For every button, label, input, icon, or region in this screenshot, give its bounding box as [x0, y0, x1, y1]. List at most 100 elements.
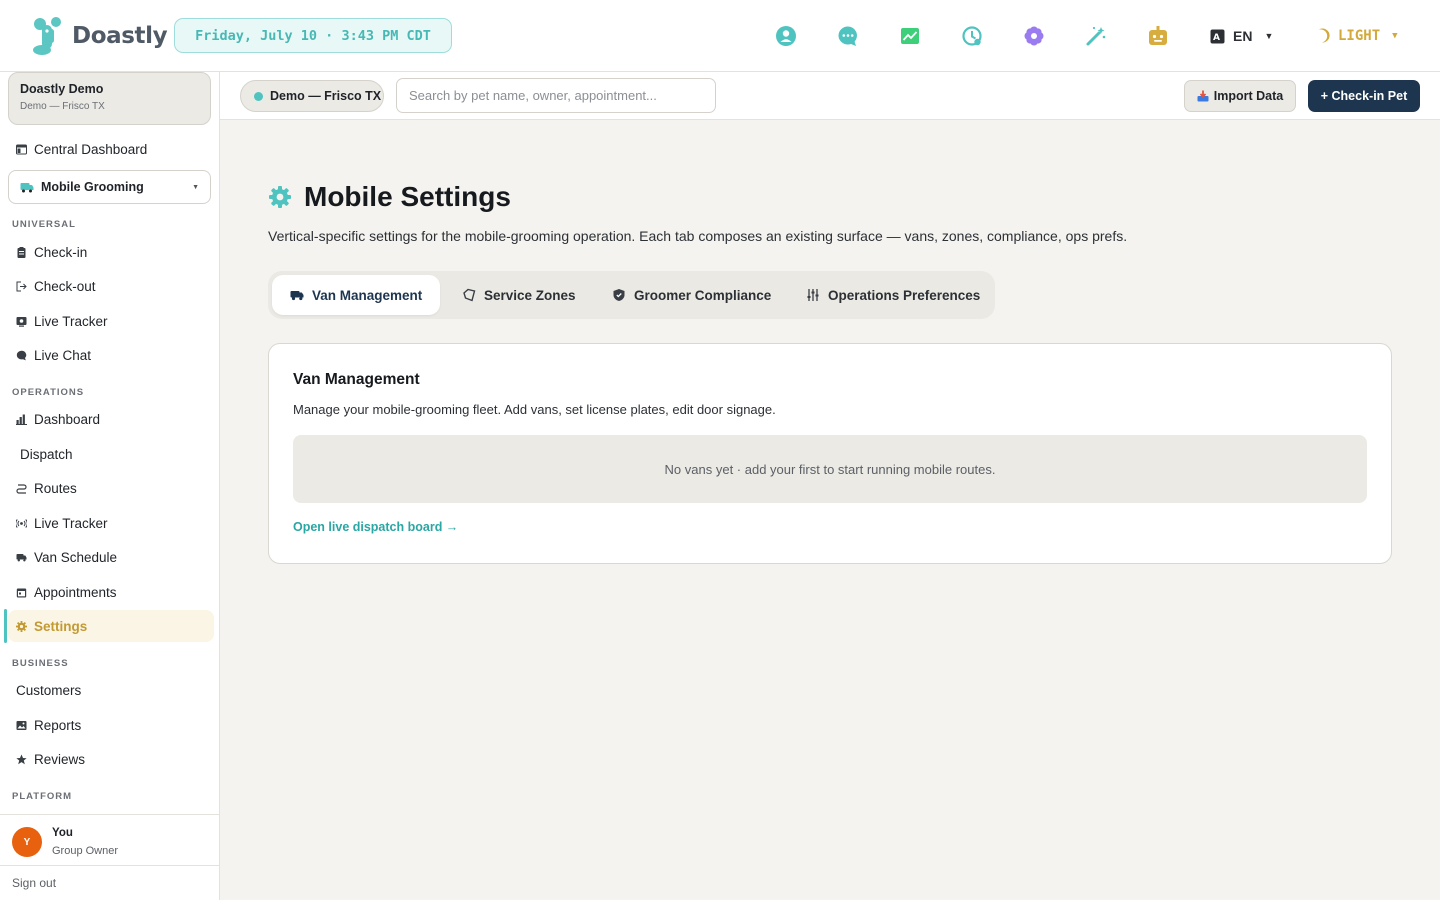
sidebar-item-label: Routes: [34, 480, 77, 496]
location-label: Demo — Frisco TX: [270, 89, 382, 103]
language-selector[interactable]: A EN ▼: [1210, 24, 1273, 48]
chevron-down-icon: ▼: [1392, 31, 1398, 41]
chevron-down-icon: ▼: [1264, 31, 1274, 41]
page-header: Mobile Settings: [268, 178, 511, 216]
sidebar-item-dashboard[interactable]: Dashboard: [8, 403, 214, 435]
location-chip[interactable]: Demo — Frisco TX: [240, 80, 384, 112]
sidebar-item-appointments[interactable]: Appointments: [8, 576, 214, 608]
chat-icon[interactable]: [836, 24, 860, 48]
import-icon: [1197, 90, 1209, 102]
page-title: Mobile Settings: [304, 181, 511, 212]
sidebar-item-check-out[interactable]: Check-out: [8, 270, 214, 302]
sidebar-item-label: Dashboard: [34, 411, 101, 427]
sidebar-item-settings[interactable]: Settings: [8, 610, 214, 642]
card-description: Manage your mobile-grooming fleet. Add v…: [293, 402, 776, 417]
section-label-universal: UNIVERSAL: [12, 219, 76, 230]
status-dot: [254, 91, 263, 101]
date-time-display: Friday, July 10 · 3:43 PM CDT: [174, 18, 452, 53]
tab-label: Van Management: [312, 287, 423, 303]
org-name: Doastly Demo: [20, 82, 104, 96]
shield-icon: [613, 289, 625, 301]
check-in-pet-button[interactable]: + Check-in Pet: [1308, 80, 1420, 112]
sidebar-item-check-in[interactable]: Check-in: [8, 236, 214, 268]
tab-groomer-compliance[interactable]: Groomer Compliance: [594, 275, 778, 315]
sidebar-item-label: Live Tracker: [34, 313, 108, 329]
clipboard-icon: [16, 246, 27, 258]
settings-tabs: Van Management Service Zones Groomer Com…: [268, 271, 995, 319]
org-switcher[interactable]: Doastly Demo Demo — Frisco TX: [8, 72, 211, 125]
sidebar-item-reviews[interactable]: Reviews: [8, 743, 214, 775]
support-icon[interactable]: [774, 24, 798, 48]
theme-label: LIGHT: [1338, 28, 1381, 44]
section-label-business: BUSINESS: [12, 658, 69, 669]
import-data-button[interactable]: Import Data: [1184, 80, 1296, 112]
robot-icon[interactable]: [1146, 24, 1170, 48]
theme-toggle[interactable]: LIGHT ▼: [1314, 24, 1398, 48]
van-icon: [20, 182, 34, 192]
active-indicator: [4, 609, 7, 643]
sidebar-item-live-tracker-ops[interactable]: Live Tracker: [8, 507, 214, 539]
empty-state: No vans yet · add your first to start ru…: [293, 435, 1367, 503]
tab-service-zones[interactable]: Service Zones: [444, 275, 584, 315]
sidebar-item-label: Central Dashboard: [34, 141, 148, 157]
tab-label: Operations Preferences: [828, 287, 981, 303]
avatar: Y: [12, 827, 42, 857]
sidebar-item-label: Reviews: [34, 751, 86, 767]
import-data-label: Import Data: [1213, 89, 1284, 103]
sidebar-item-label: Appointments: [34, 584, 117, 600]
sidebar-item-customers[interactable]: Customers: [8, 674, 214, 706]
bar-chart-icon: [16, 414, 27, 425]
sidebar-item-dispatch[interactable]: Dispatch: [8, 438, 214, 470]
sidebar-item-label: Reports: [34, 717, 82, 733]
sidebar-item-reports[interactable]: Reports: [8, 709, 214, 741]
search-input[interactable]: [396, 78, 716, 113]
open-dispatch-board-link[interactable]: Open live dispatch board →: [293, 520, 458, 534]
magic-wand-icon[interactable]: [1084, 24, 1108, 48]
sidebar-item-label: Dispatch: [20, 446, 73, 462]
gear-icon: [16, 620, 27, 632]
logo-dog-icon: [33, 17, 61, 55]
org-location: Demo — Frisco TX: [20, 101, 105, 112]
van-icon: [290, 291, 304, 301]
sidebar-item-label: Check-in: [34, 244, 88, 260]
sidebar-item-label: Check-out: [34, 278, 96, 294]
sidebar-item-label: Customers: [16, 682, 82, 698]
history-icon[interactable]: [960, 24, 984, 48]
sidebar-item-live-tracker[interactable]: Live Tracker: [8, 305, 214, 337]
star-icon: [16, 754, 27, 765]
sidebar-item-central-dashboard[interactable]: Central Dashboard: [8, 133, 214, 165]
user-role: Group Owner: [52, 845, 119, 857]
sidebar-item-label: Live Chat: [34, 347, 92, 363]
tracker-icon: [16, 316, 27, 327]
image-icon: [16, 720, 27, 731]
page-description: Vertical-specific settings for the mobil…: [268, 228, 1128, 244]
flower-icon[interactable]: [1022, 24, 1046, 48]
moon-icon: [1319, 28, 1330, 43]
user-profile[interactable]: Y You Group Owner: [0, 814, 219, 866]
exit-icon: [16, 281, 27, 292]
tab-label: Groomer Compliance: [634, 287, 772, 303]
sidebar-item-live-chat[interactable]: Live Chat: [8, 339, 214, 371]
section-label-operations: OPERATIONS: [12, 387, 85, 398]
broadcast-icon: [16, 518, 27, 529]
sliders-icon: [807, 289, 819, 301]
sidebar-item-label: Settings: [34, 618, 88, 634]
chevron-down-icon: ▼: [192, 183, 199, 191]
sidebar: Doastly Demo Demo — Frisco TX Central Da…: [0, 72, 220, 900]
gear-icon: [269, 186, 291, 208]
vertical-selector[interactable]: Mobile Grooming ▼: [8, 170, 211, 204]
analytics-icon[interactable]: [898, 24, 922, 48]
logo[interactable]: Doastly: [30, 14, 168, 58]
route-icon: [16, 483, 27, 494]
sign-out-link[interactable]: Sign out: [12, 876, 56, 890]
card-title: Van Management: [293, 371, 420, 388]
chat-bubble-icon: [16, 350, 27, 361]
sub-header: Demo — Frisco TX Import Data + Check-in …: [220, 72, 1440, 120]
tab-van-management[interactable]: Van Management: [272, 275, 440, 315]
tab-operations-preferences[interactable]: Operations Preferences: [788, 275, 988, 315]
sidebar-item-van-schedule[interactable]: Van Schedule: [8, 541, 214, 573]
calendar-icon: [16, 587, 27, 598]
dashboard-icon: [16, 144, 27, 155]
sidebar-item-routes[interactable]: Routes: [8, 472, 214, 504]
sidebar-item-label: Live Tracker: [34, 515, 108, 531]
